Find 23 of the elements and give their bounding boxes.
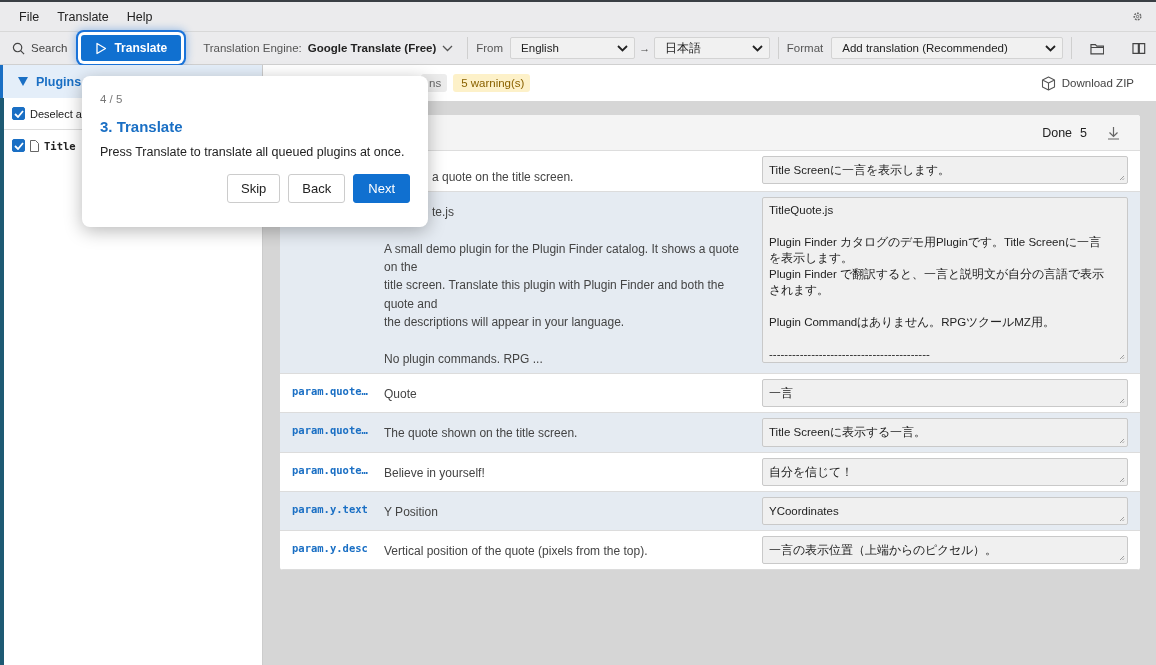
deselect-label: Deselect a [30,107,82,120]
from-label: From [476,42,504,54]
arrow-text: → [639,42,651,54]
status-chip: 5 warning(s) [453,74,531,92]
key-text: param.y.text [292,502,368,515]
source-text: a quote on the title screen. [431,169,575,186]
tour-text: Press Translate to translate all queued plugins at once. [100,145,406,159]
key-text: param.quote… [292,463,368,476]
format-label: Format [786,42,824,54]
tour-title: 3. Translate [100,118,184,135]
step-counter: 4 / 5 [100,93,124,105]
key-text: param.quote… [292,424,368,437]
key-text: param.quote… [292,384,368,397]
plugin-name: Title [44,139,76,152]
source-text: The quote shown on the title screen. [384,426,578,441]
source-text: te.js A small demo plugin for the Plugin Finder catalog. It shows a quote on the title screen. Translate this plugin with Plugin Finder and both the quote and the descriptions will appear in your language. No plugin commands. RPG ... [384,204,740,368]
key-text: param.y.desc [292,542,368,555]
status-label: Done [1042,125,1073,140]
done-count: 5 [1080,125,1087,140]
source-text: Quote [384,386,417,401]
source-text: Y Position [384,504,438,519]
source-text: Vertical position of the quote (pixels from the top). [384,544,648,559]
source-text: Believe in yourself! [384,465,485,480]
